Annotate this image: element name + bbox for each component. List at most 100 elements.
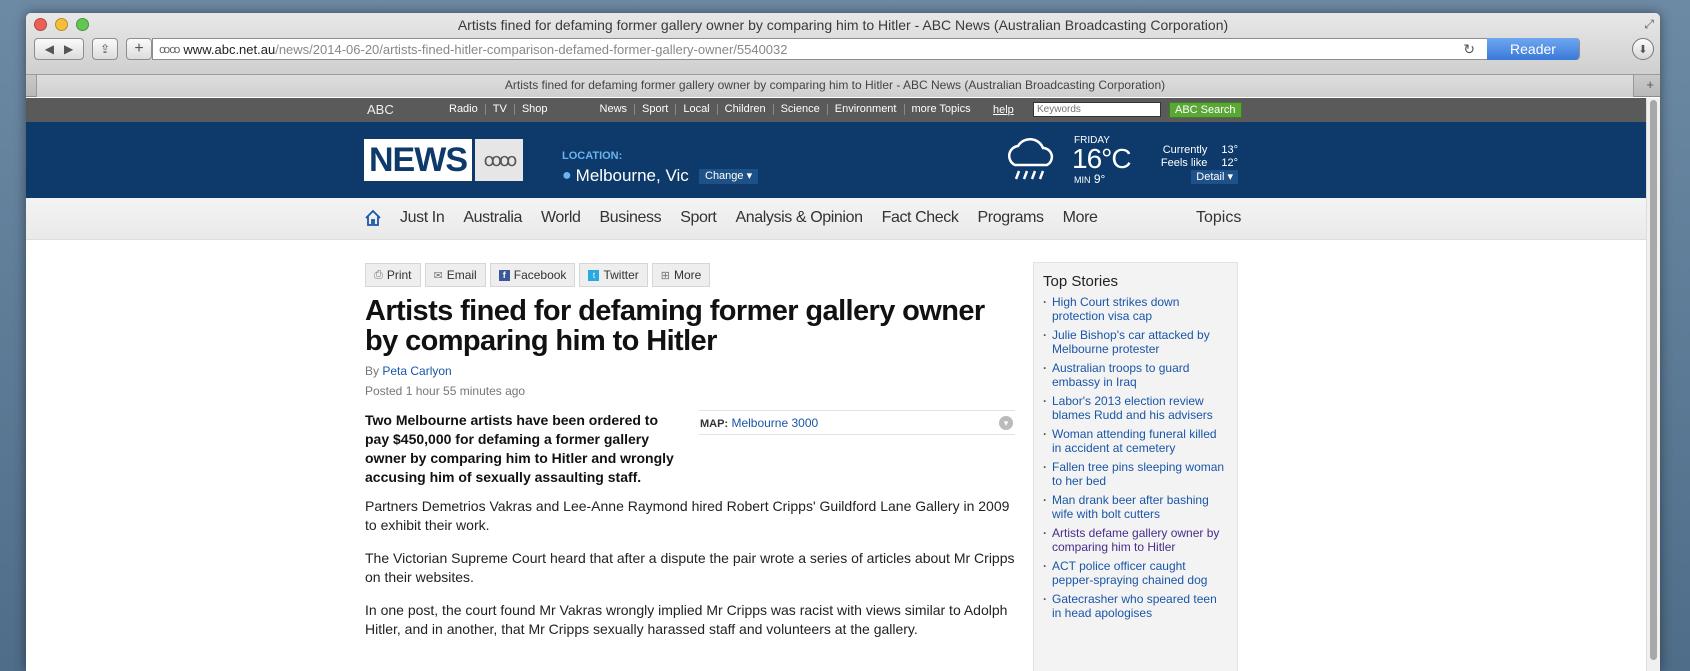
url-path: /news/2014-06-20/artists-fined-hitler-co… [275,41,788,57]
change-location-button[interactable]: Change ▾ [699,169,759,184]
top-story-link[interactable]: ACT police officer caught pepper-sprayin… [1043,559,1228,587]
map-location-link[interactable]: Melbourne 3000 [731,416,818,430]
utility-link[interactable]: News [593,104,635,115]
page-viewport: ABC Radio TV Shop News Sport Local Child… [26,98,1646,671]
address-bar[interactable]: ꝏꝏ www.abc.net.au /news/2014-06-20/artis… [152,38,1580,60]
forecast-min: MIN 9° [1074,172,1105,186]
reload-icon[interactable]: ↻ [1463,41,1475,58]
top-story-link-visited[interactable]: Artists defame gallery owner by comparin… [1043,526,1228,554]
help-link[interactable]: help [993,104,1014,116]
article-paragraph: The Victorian Supreme Court heard that a… [365,550,1015,585]
news-logo-text: NEWS [364,139,472,181]
email-icon: ✉ [433,269,443,282]
back-forward-buttons[interactable]: ◀ ▶ [34,38,84,60]
utility-links: Radio TV Shop News Sport Local Children … [442,104,978,115]
twitter-button[interactable]: t Twitter [579,263,648,287]
top-stories-title: Top Stories [1043,273,1119,290]
tab-bar: Artists fined for defaming former galler… [26,75,1660,97]
author-link[interactable]: Peta Carlyon [382,364,451,378]
twitter-icon: t [588,269,600,281]
top-story-link[interactable]: Labor's 2013 election review blames Rudd… [1043,394,1228,422]
downloads-icon[interactable]: ⬇ [1632,38,1654,60]
nav-item-topics[interactable]: Topics [1196,209,1241,227]
nav-item-world[interactable]: World [541,209,581,227]
email-button[interactable]: ✉ Email [424,263,486,287]
abc-logo[interactable]: ABC [367,102,394,117]
nav-items: Just In Australia World Business Sport A… [400,209,1098,227]
keywords-input[interactable] [1033,102,1161,117]
byline: By Peta Carlyon [365,364,452,378]
browser-toolbar: Artists fined for defaming former galler… [26,13,1660,75]
expand-map-icon[interactable]: ▾ [999,416,1013,430]
top-story-link[interactable]: Julie Bishop's car attacked by Melbourne… [1043,328,1228,356]
email-label: Email [446,268,477,282]
forecast-temp: 16°C [1072,143,1132,174]
active-tab[interactable]: Artists fined for defaming former galler… [36,75,1634,97]
posted-time: Posted 1 hour 55 minutes ago [365,384,526,398]
nav-item-more[interactable]: More [1063,209,1098,227]
scrollbar-thumb[interactable] [1650,100,1657,660]
utility-link[interactable]: Environment [826,104,904,115]
top-story-link[interactable]: Fallen tree pins sleeping woman to her b… [1043,460,1228,488]
article-lead: Two Melbourne artists have been ordered … [365,412,674,485]
top-story-link[interactable]: Woman attending funeral killed in accide… [1043,427,1228,455]
top-story-link[interactable]: Man drank beer after bashing wife with b… [1043,493,1228,521]
utility-link[interactable]: Shop [513,104,555,115]
utility-link[interactable]: Sport [634,104,675,115]
location-value: Melbourne, Vic [575,166,689,185]
utility-link[interactable]: TV [484,104,514,115]
currently-row: Currently 13° [1163,144,1238,156]
location-display: ● Melbourne, Vic [562,166,689,186]
print-icon: ⎙ [374,268,383,281]
fullscreen-icon[interactable]: ⤢ [1644,17,1654,32]
feels-like-row: Feels like 12° [1161,157,1238,169]
article-paragraph: In one post, the court found Mr Vakras w… [365,602,1008,637]
main-nav: Just In Australia World Business Sport A… [26,198,1646,240]
article-paragraph: Partners Demetrios Vakras and Lee-Anne R… [365,498,1010,533]
current-weather: Currently 13° Feels like 12° Detail ▾ [1126,144,1238,184]
news-logo[interactable]: NEWS ꝏꝏ [364,139,523,181]
utility-link[interactable]: Children [716,104,773,115]
top-story-link[interactable]: Gatecrasher who speared teen in head apo… [1043,592,1228,620]
nav-item-just-in[interactable]: Just In [400,209,445,227]
print-button[interactable]: ⎙ Print [365,263,421,287]
by-label: By [365,364,380,378]
share-toolbar: ⎙ Print ✉ Email f Facebook t Twitter ⊞ More [365,263,711,287]
share-icon[interactable]: ⇪ [92,38,118,60]
add-bookmark-button[interactable]: + [126,38,152,60]
utility-link[interactable]: Science [772,104,827,115]
article-headline: Artists fined for defaming former galler… [365,295,985,357]
back-icon[interactable]: ◀ [45,42,54,56]
nav-item-business[interactable]: Business [600,209,662,227]
page-scrollbar[interactable] [1646,98,1660,671]
utility-link[interactable]: Radio [442,104,485,115]
weather-detail-button[interactable]: Detail ▾ [1191,170,1238,184]
nav-item-sport[interactable]: Sport [680,209,717,227]
top-stories-sidebar: Top Stories High Court strikes down prot… [1033,262,1238,671]
new-tab-icon[interactable]: + [1646,77,1654,92]
abc-utility-bar: ABC Radio TV Shop News Sport Local Child… [26,98,1646,122]
location-label: LOCATION: [562,150,623,162]
home-icon[interactable] [364,209,382,227]
top-story-link[interactable]: High Court strikes down protection visa … [1043,295,1228,323]
reader-button[interactable]: Reader [1487,38,1579,60]
news-header: NEWS ꝏꝏ LOCATION: ● Melbourne, Vic Chang… [26,122,1646,198]
abc-search-button[interactable]: ABC Search [1169,102,1242,118]
facebook-button[interactable]: f Facebook [489,263,576,287]
currently-label: Currently [1162,144,1208,156]
facebook-icon: f [498,269,510,281]
url-host: www.abc.net.au [183,41,276,57]
more-share-button[interactable]: ⊞ More [651,263,711,287]
top-story-link[interactable]: Australian troops to guard embassy in Ir… [1043,361,1228,389]
nav-item-programs[interactable]: Programs [978,209,1045,227]
nav-item-australia[interactable]: Australia [463,209,522,227]
window-title: Artists fined for defaming former galler… [457,17,1229,33]
forward-icon[interactable]: ▶ [64,42,73,56]
map-box[interactable]: MAP: Melbourne 3000 ▾ [699,410,1015,435]
utility-link[interactable]: Local [675,104,716,115]
currently-value: 13° [1221,144,1238,156]
more-label: More [674,268,702,282]
nav-item-analysis[interactable]: Analysis & Opinion [735,209,862,227]
nav-item-fact-check[interactable]: Fact Check [882,209,959,227]
utility-link[interactable]: more Topics [903,104,978,115]
